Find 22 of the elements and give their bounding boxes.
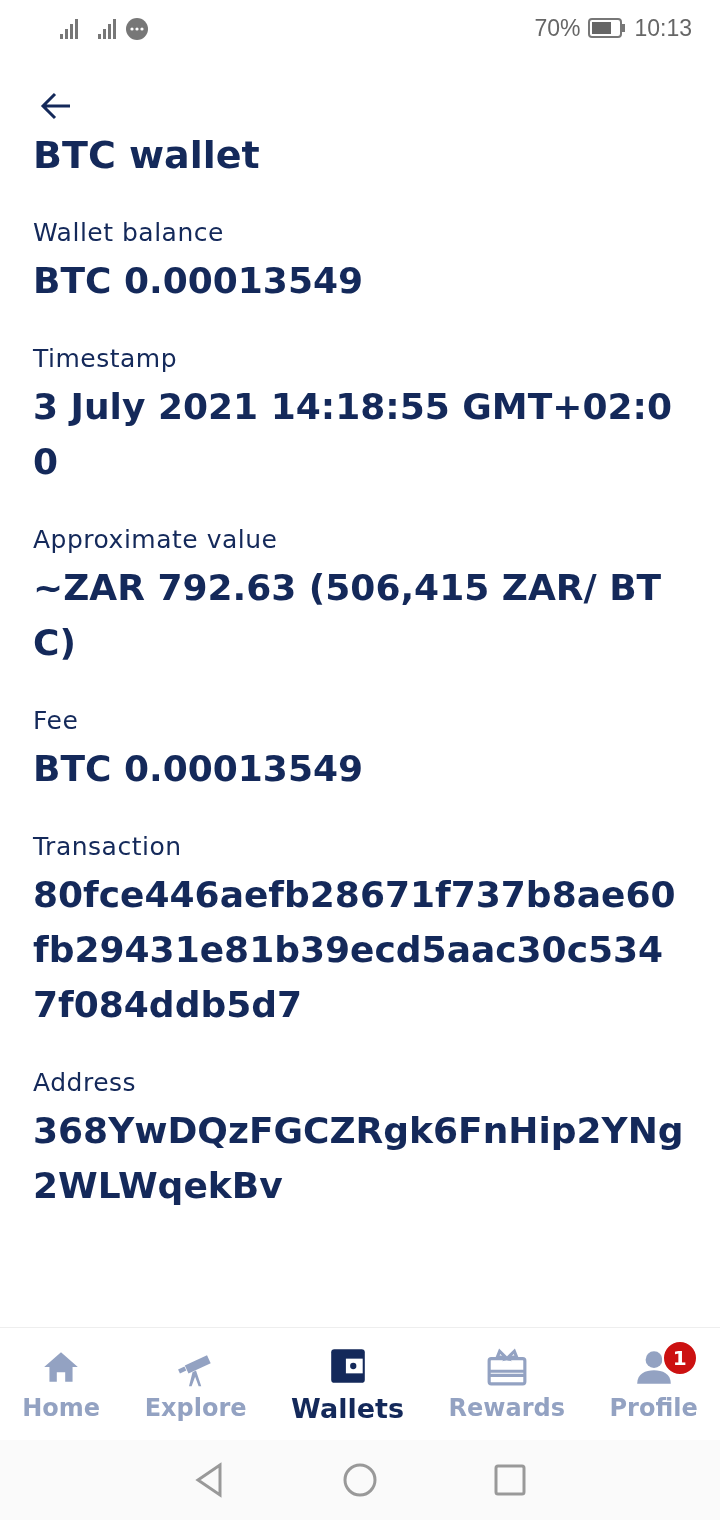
field-value: 3 July 2021 14:18:55 GMT+02:00	[33, 385, 673, 484]
notification-badge: 1	[661, 1340, 698, 1376]
field-label: Wallet balance	[33, 218, 225, 247]
nav-tab[interactable]: Wallets	[287, 1344, 408, 1424]
battery-percent: 70%	[534, 14, 581, 42]
clock-time: 10:13	[634, 14, 692, 42]
field-value: 368YwDQzFGCZRgk6FnHip2YNg2WLWqekBv	[33, 1109, 685, 1208]
field-label: Address	[33, 1068, 138, 1097]
field-label: Timestamp	[33, 344, 179, 373]
field-value: BTC 0.00013549	[33, 259, 365, 303]
nav-tab[interactable]: Rewards	[444, 1346, 569, 1422]
field-value: ~ZAR 792.63 (506,415 ZAR/ BTC)	[33, 566, 663, 665]
nav-tab[interactable]: Home	[18, 1346, 105, 1422]
field-value: 80fce446aefb28671f737b8ae60fb29431e81b39ecd5aac30c5347f084ddb5d7	[33, 873, 677, 1027]
nav-tab[interactable]: Explore	[140, 1346, 251, 1422]
field-label: Approximate value	[33, 525, 279, 554]
gift-card-icon	[485, 1346, 528, 1388]
battery-icon	[588, 18, 627, 38]
field-label: Fee	[33, 706, 80, 735]
field-label: Transaction	[33, 832, 183, 861]
page-title: BTC wallet	[33, 136, 261, 174]
field-value: BTC 0.00013549	[33, 747, 365, 791]
